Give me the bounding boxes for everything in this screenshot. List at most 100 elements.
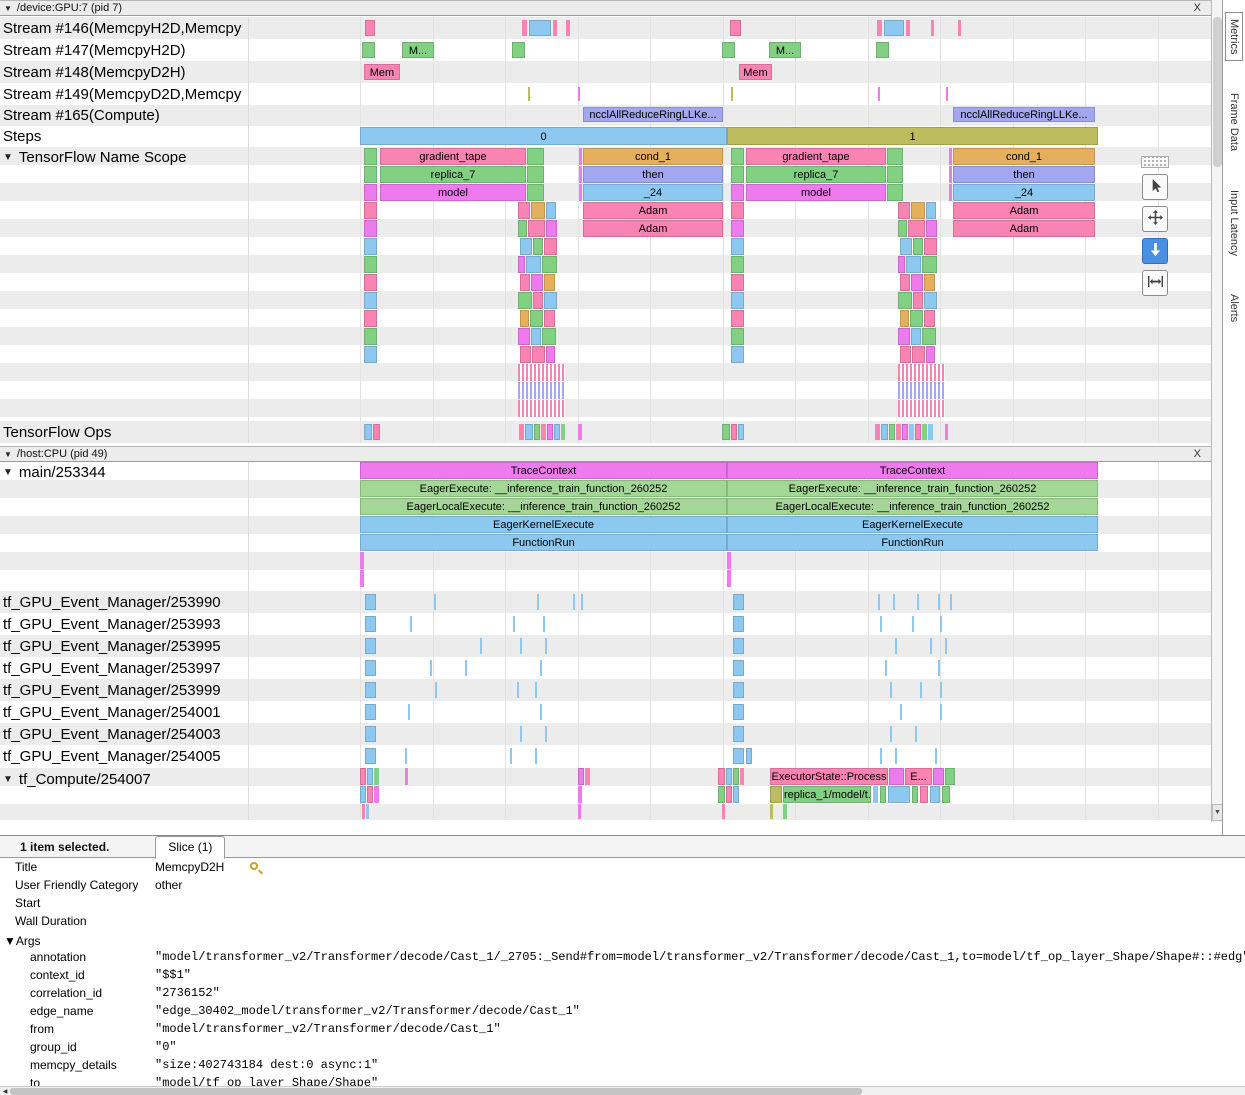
trace-slice[interactable] [579, 166, 582, 183]
slice-eagerexecute-inference-train-fun[interactable]: EagerExecute: __inference_train_function… [360, 480, 727, 497]
slice-cond-1[interactable]: cond_1 [953, 148, 1095, 165]
slice-executorstate-process[interactable]: ExecutorState::Process [770, 768, 888, 785]
trace-slice[interactable] [364, 328, 377, 345]
trace-slice[interactable] [912, 616, 914, 632]
trace-slice[interactable] [532, 346, 545, 363]
track-label-tf-gpu-event-manager-254001[interactable]: tf_GPU_Event_Manager/254001 [0, 701, 248, 723]
trace-slice[interactable] [885, 660, 887, 676]
trace-slice[interactable] [528, 87, 530, 101]
trace-slice[interactable] [922, 424, 927, 440]
side-tab-frame-data[interactable]: Frame Data [1226, 87, 1242, 157]
trace-slice[interactable] [518, 220, 527, 237]
trace-slice[interactable] [544, 238, 557, 255]
trace-slice[interactable] [733, 748, 744, 764]
track-label-tf-gpu-event-manager-253995[interactable]: tf_GPU_Event_Manager/253995 [0, 635, 248, 657]
trace-slice[interactable] [578, 768, 584, 785]
trace-slice[interactable] [367, 768, 373, 785]
trace-slice[interactable] [733, 704, 744, 720]
trace-slice[interactable] [949, 166, 952, 183]
trace-slice[interactable] [365, 682, 376, 698]
trace-slice[interactable] [770, 804, 773, 819]
trace-slice[interactable] [909, 424, 914, 440]
cpu-close-button[interactable]: X [1188, 448, 1207, 460]
trace-slice[interactable] [517, 682, 519, 698]
trace-slice[interactable] [520, 726, 522, 742]
trace-slice[interactable] [880, 616, 882, 632]
trace-slice[interactable] [731, 256, 744, 273]
trace-slice[interactable] [898, 292, 912, 309]
slice-gradient-tape[interactable]: gradient_tape [380, 148, 526, 165]
slice-24[interactable]: _24 [583, 184, 723, 201]
slice-adam[interactable]: Adam [583, 220, 723, 237]
trace-slice[interactable] [731, 87, 733, 101]
scroll-left-icon[interactable]: ◀ [0, 1087, 10, 1095]
track-label-stream-148-memcpyd2h-[interactable]: Stream #148(MemcpyD2H) [0, 61, 248, 83]
trace-slice[interactable] [480, 638, 482, 654]
trace-slice[interactable] [546, 346, 555, 363]
trace-slice[interactable] [542, 256, 557, 273]
trace-slice[interactable] [893, 594, 895, 610]
trace-slice[interactable] [731, 310, 744, 327]
slice-m[interactable]: M... [769, 42, 801, 58]
trace-slice[interactable] [731, 166, 744, 183]
trace-slice[interactable] [731, 274, 744, 291]
trace-slice[interactable] [733, 768, 739, 785]
trace-slice[interactable] [545, 638, 547, 654]
slice-1[interactable]: 1 [727, 127, 1098, 145]
trace-slice[interactable] [887, 166, 903, 183]
trace-slice[interactable] [512, 42, 525, 58]
trace-slice[interactable] [726, 786, 732, 803]
trace-slice[interactable] [940, 616, 942, 632]
side-tab-metrics[interactable]: Metrics [1225, 12, 1243, 61]
trace-slice[interactable] [364, 202, 377, 219]
trace-slice[interactable] [890, 682, 892, 698]
collapse-arrow-icon[interactable]: ▼ [3, 774, 13, 785]
trace-slice[interactable] [924, 274, 935, 291]
collapse-arrow-icon[interactable]: ▼ [4, 4, 12, 13]
trace-slice[interactable] [530, 310, 543, 327]
trace-slice[interactable] [945, 424, 948, 440]
trace-slice[interactable] [718, 786, 725, 803]
vertical-scrollbar-thumb[interactable] [1213, 17, 1222, 167]
collapse-arrow-icon[interactable]: ▼ [4, 450, 12, 459]
trace-slice[interactable] [531, 328, 541, 345]
trace-slice[interactable] [878, 87, 880, 101]
slice-cond-1[interactable]: cond_1 [583, 148, 723, 165]
trace-slice[interactable] [920, 786, 928, 803]
gpu-close-button[interactable]: X [1188, 2, 1207, 14]
trace-slice[interactable] [887, 184, 903, 201]
trace-slice[interactable] [945, 768, 955, 785]
trace-slice[interactable] [365, 704, 376, 720]
trace-slice[interactable] [541, 424, 546, 440]
trace-slice[interactable] [540, 660, 542, 676]
trace-slice[interactable] [938, 660, 940, 676]
trace-slice[interactable] [922, 328, 936, 345]
trace-slice[interactable] [535, 748, 537, 764]
trace-slice[interactable] [366, 804, 369, 819]
trace-slice[interactable] [520, 310, 529, 327]
trace-slice[interactable] [942, 786, 950, 803]
slice-eagerkernelexecute[interactable]: EagerKernelExecute [727, 516, 1098, 533]
trace-slice[interactable] [731, 184, 744, 201]
trace-slice[interactable] [518, 364, 565, 381]
selection-tool-button[interactable] [1142, 174, 1168, 200]
trace-slice[interactable] [922, 256, 937, 273]
trace-slice[interactable] [535, 682, 537, 698]
trace-slice[interactable] [365, 616, 376, 632]
trace-slice[interactable] [520, 638, 522, 654]
trace-slice[interactable] [533, 292, 543, 309]
trace-slice[interactable] [510, 748, 512, 764]
trace-slice[interactable] [940, 682, 942, 698]
trace-slice[interactable] [900, 274, 910, 291]
trace-slice[interactable] [561, 424, 565, 440]
trace-slice[interactable] [513, 616, 515, 632]
trace-slice[interactable] [924, 310, 935, 327]
horizontal-scrollbar-thumb[interactable] [10, 1088, 862, 1095]
trace-slice[interactable] [360, 786, 366, 803]
trace-slice[interactable] [733, 682, 744, 698]
collapse-arrow-icon[interactable]: ▼ [3, 467, 13, 478]
trace-slice[interactable] [518, 202, 530, 219]
trace-slice[interactable] [746, 748, 752, 764]
trace-slice[interactable] [365, 748, 376, 764]
trace-slice[interactable] [731, 202, 744, 219]
